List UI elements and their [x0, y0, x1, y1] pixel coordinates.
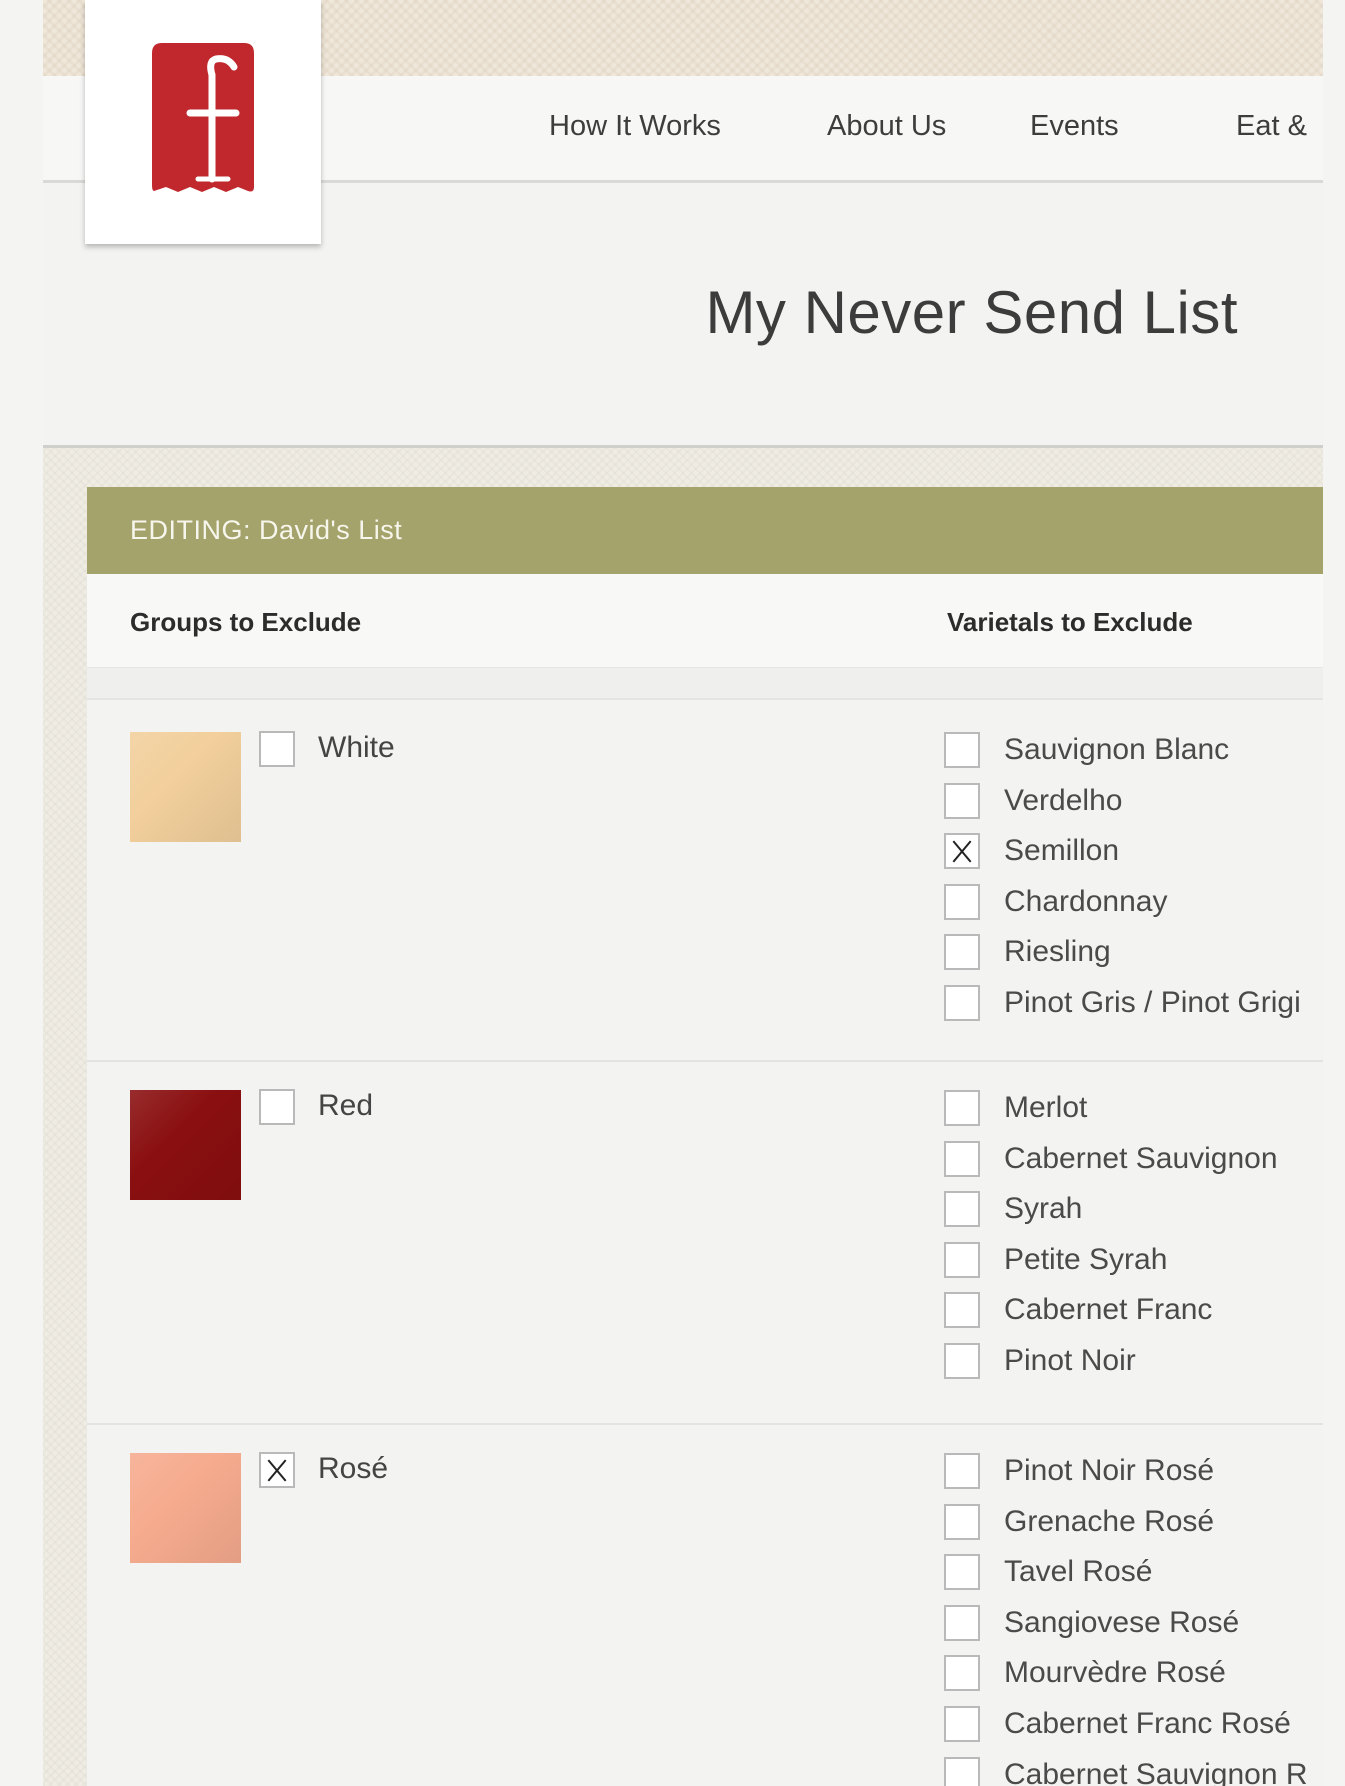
varietal-checkbox[interactable]: [944, 1090, 980, 1126]
varietal-checkbox[interactable]: [944, 833, 980, 870]
nav-events[interactable]: Events: [1030, 110, 1119, 143]
varietal-label: Pinot Noir Rosé: [1004, 1454, 1215, 1487]
divider-band: [87, 668, 1323, 700]
varietal-checkbox[interactable]: [944, 1453, 980, 1489]
page: How It Works About Us Events Eat & My Ne…: [43, 0, 1323, 1786]
group-row-white: White Sauvignon Blanc Verdelho Semillon Char…: [87, 704, 1323, 1062]
varietal-list: Sauvignon Blanc Verdelho Semillon Chardonna…: [944, 732, 1323, 1036]
varietal-checkbox[interactable]: [944, 1604, 980, 1641]
editing-label: EDITING: David's List: [130, 515, 403, 545]
varietal-checkbox[interactable]: [944, 934, 980, 971]
varietal-item[interactable]: Pinot Gris / Pinot Grigi: [944, 984, 1323, 1036]
varietal-label: Riesling: [1004, 935, 1111, 969]
varietal-checkbox[interactable]: [944, 1191, 980, 1228]
varietal-item[interactable]: Chardonnay: [944, 883, 1323, 935]
group-label: White: [318, 731, 395, 764]
group-label: Rosé: [318, 1452, 389, 1485]
varietal-item[interactable]: Cabernet Franc: [944, 1292, 1323, 1343]
varietal-label: Grenache Rosé: [1004, 1504, 1215, 1538]
varietal-label: Mourvèdre Rosé: [1004, 1656, 1226, 1690]
varietal-label: Sauvignon Blanc: [1004, 733, 1230, 766]
varietal-checkbox[interactable]: [944, 1655, 980, 1692]
varietal-label: Cabernet Franc Rosé: [1004, 1706, 1291, 1740]
varietal-item[interactable]: Cabernet Sauvignon: [944, 1140, 1323, 1192]
group-swatch: [130, 1090, 241, 1200]
varietal-item[interactable]: Sauvignon Blanc: [944, 732, 1323, 783]
group-label: Red: [318, 1089, 374, 1122]
varietal-label: Syrah: [1004, 1192, 1083, 1226]
varietal-label: Tavel Rosé: [1004, 1555, 1153, 1589]
varietal-item[interactable]: Syrah: [944, 1191, 1323, 1242]
varietal-item[interactable]: Cabernet Sauvignon R: [944, 1756, 1323, 1786]
varietal-item[interactable]: Pinot Noir: [944, 1342, 1323, 1394]
varietal-label: Cabernet Franc: [1004, 1293, 1213, 1327]
group-swatch: [130, 732, 241, 842]
panel-header: EDITING: David's List: [87, 487, 1323, 574]
varietal-list: Merlot Cabernet Sauvignon Syrah Petite Syra…: [944, 1090, 1323, 1394]
varietal-label: Pinot Noir: [1004, 1343, 1136, 1377]
varietal-checkbox[interactable]: [944, 883, 980, 920]
nav-about-us[interactable]: About Us: [827, 110, 946, 143]
varietal-item[interactable]: Grenache Rosé: [944, 1503, 1323, 1555]
varietal-checkbox[interactable]: [944, 782, 980, 819]
varietal-checkbox[interactable]: [944, 1292, 980, 1329]
group-checkbox[interactable]: [259, 731, 295, 767]
varietal-checkbox[interactable]: [944, 984, 980, 1021]
nav-eat-and[interactable]: Eat &: [1236, 110, 1307, 143]
varietal-checkbox[interactable]: [944, 1342, 980, 1379]
column-headings: Groups to Exclude Varietals to Exclude: [87, 574, 1323, 668]
varietal-label: Petite Syrah: [1004, 1242, 1168, 1276]
groups-heading: Groups to Exclude: [130, 607, 362, 637]
varietal-checkbox[interactable]: [944, 732, 980, 768]
varietal-item[interactable]: Merlot: [944, 1090, 1323, 1141]
varietal-checkbox[interactable]: [944, 1503, 980, 1540]
group-checkbox[interactable]: [259, 1452, 295, 1488]
varietal-label: Cabernet Sauvignon: [1004, 1141, 1278, 1175]
varietal-label: Semillon: [1004, 834, 1120, 868]
group-swatch: [130, 1453, 241, 1563]
group-checkbox[interactable]: [259, 1089, 295, 1125]
varietal-item[interactable]: Sangiovese Rosé: [944, 1604, 1323, 1656]
edit-panel: EDITING: David's List Groups to Exclude …: [87, 487, 1323, 1786]
varietal-list: Pinot Noir Rosé Grenache Rosé Tavel Rosé Sa…: [944, 1453, 1323, 1786]
varietal-checkbox[interactable]: [944, 1241, 980, 1278]
varietal-item[interactable]: Tavel Rosé: [944, 1554, 1323, 1605]
group-row-red: Red Merlot Cabernet Sauvignon Syrah Petite S…: [87, 1062, 1323, 1425]
varietal-item[interactable]: Mourvèdre Rosé: [944, 1655, 1323, 1706]
varietal-checkbox[interactable]: [944, 1756, 980, 1786]
group-row-ros: Rosé Pinot Noir Rosé Grenache Rosé Tavel Ro…: [87, 1425, 1323, 1786]
varietal-item[interactable]: Verdelho: [944, 782, 1323, 834]
varietal-label: Pinot Gris / Pinot Grigi: [1004, 985, 1301, 1019]
varietal-label: Sangiovese Rosé: [1004, 1605, 1240, 1639]
nav-how-it-works[interactable]: How It Works: [549, 110, 721, 143]
varietal-label: Cabernet Sauvignon R: [1004, 1757, 1308, 1786]
varietal-item[interactable]: Cabernet Franc Rosé: [944, 1705, 1323, 1757]
varietal-item[interactable]: Pinot Noir Rosé: [944, 1453, 1323, 1504]
varietal-checkbox[interactable]: [944, 1705, 980, 1742]
varietal-item[interactable]: Riesling: [944, 934, 1323, 985]
varietal-item[interactable]: Semillon: [944, 833, 1323, 884]
varietal-checkbox[interactable]: [944, 1140, 980, 1177]
logo[interactable]: [85, 0, 321, 244]
varietals-heading: Varietals to Exclude: [947, 607, 1193, 637]
varietal-label: Chardonnay: [1004, 884, 1168, 918]
page-title: My Never Send List: [705, 279, 1238, 346]
f-logo-icon: [152, 43, 254, 192]
varietal-label: Merlot: [1004, 1091, 1088, 1124]
varietal-label: Verdelho: [1004, 783, 1123, 817]
varietal-item[interactable]: Petite Syrah: [944, 1241, 1323, 1293]
varietal-checkbox[interactable]: [944, 1554, 980, 1591]
